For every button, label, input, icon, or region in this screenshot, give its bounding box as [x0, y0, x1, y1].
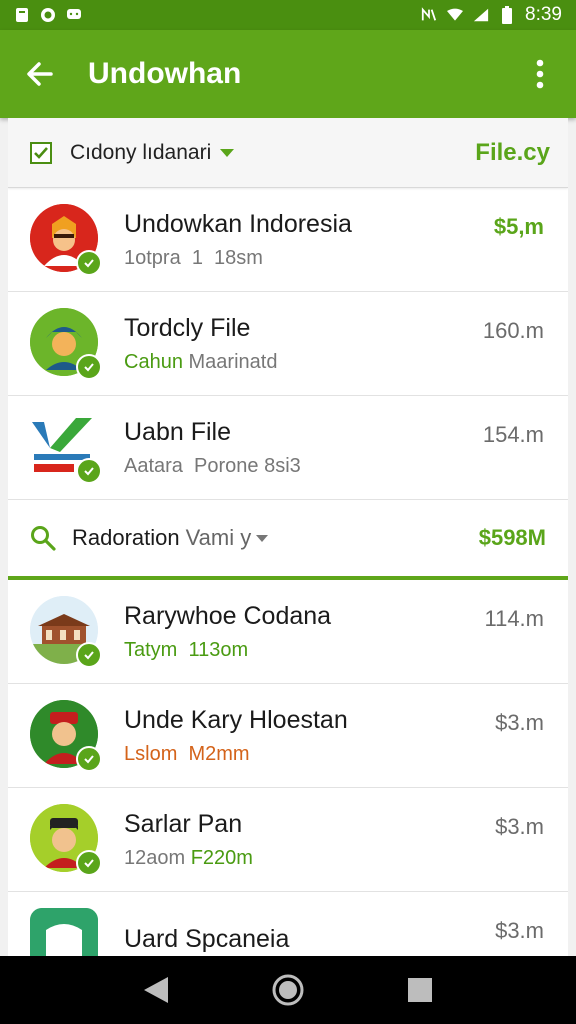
avatar	[30, 203, 102, 276]
item-subtitle: 12aom F220m	[124, 847, 495, 870]
item-subtitle: Tatym 113om	[124, 638, 249, 661]
message-icon	[66, 7, 82, 23]
verified-badge-icon	[76, 745, 102, 772]
file-list: Cıdony lıdanari File.cy Undowkan Indores…	[8, 118, 568, 956]
nfc-icon	[421, 7, 437, 23]
item-text: Unde Kary Hloestan Lslom M2mm	[124, 706, 495, 766]
app-logo-icon	[30, 907, 98, 956]
verified-badge-icon	[76, 249, 102, 276]
item-subtitle-highlight: Cahun	[124, 350, 183, 373]
list-item[interactable]: Sarlar Pan 12aom F220m $3.m	[8, 788, 568, 892]
item-title: Tordcly File	[124, 313, 251, 342]
item-subtitle-rest: Maarinatd	[188, 350, 278, 373]
verified-badge-icon	[76, 849, 102, 876]
avatar	[30, 907, 102, 956]
item-amount: $3.m	[495, 710, 544, 735]
file-action-link[interactable]: File.cy	[475, 139, 550, 167]
check-icon	[34, 146, 48, 159]
item-text: Uabn File Aatara Porone 8si3	[124, 418, 483, 478]
avatar	[30, 803, 102, 876]
item-amount: 114.m	[484, 606, 544, 631]
verified-badge-icon	[76, 457, 102, 484]
item-subtitle-rest: 12aom	[124, 846, 186, 869]
verified-badge-icon	[76, 641, 102, 668]
list-item[interactable]: Undowkan Indoresia 1otpra 1 18sm $5,m	[8, 188, 568, 292]
list-item[interactable]: Tordcly File Cahun Maarinatd 160.m	[8, 292, 568, 396]
item-subtitle: Cahun Maarinatd	[124, 351, 483, 374]
wifi-icon	[447, 7, 464, 23]
item-amount: $5,m	[493, 214, 544, 239]
item-subtitle: 1otpra 1 18sm	[124, 246, 263, 269]
list-item[interactable]: Uard Spcaneia $3.m	[8, 892, 568, 956]
avatar	[30, 411, 102, 484]
status-right: 8:39	[421, 4, 562, 26]
app-bar: Undowhan	[0, 30, 576, 118]
section-header[interactable]: Radoration Vami y $598M	[8, 500, 568, 580]
nav-recents-icon	[408, 978, 432, 1002]
search-icon[interactable]	[30, 525, 56, 551]
notification-icon	[14, 7, 30, 23]
list-item[interactable]: Unde Kary Hloestan Lslom M2mm $3.m	[8, 684, 568, 788]
avatar	[30, 595, 102, 668]
item-subtitle: Aatara Porone 8si3	[124, 454, 301, 477]
app-title: Undowhan	[88, 57, 242, 90]
overflow-menu-button[interactable]	[522, 52, 558, 96]
system-nav-bar	[0, 956, 576, 1024]
item-subtitle: Lslom M2mm	[124, 742, 250, 765]
status-bar: 8:39	[0, 0, 576, 30]
item-title: Undowkan Indoresia	[124, 209, 352, 238]
section-label: Radoration	[72, 525, 180, 550]
item-title: Uabn File	[124, 417, 231, 446]
nav-home-button[interactable]	[266, 968, 310, 1012]
item-text: Rarywhoe Codana Tatym 113om	[124, 602, 484, 662]
item-subtitle-highlight: F220m	[190, 846, 253, 869]
filter-bar: Cıdony lıdanari File.cy	[8, 118, 568, 188]
item-title: Sarlar Pan	[124, 809, 243, 838]
more-vert-icon	[536, 59, 544, 89]
item-text: Undowkan Indoresia 1otpra 1 18sm	[124, 210, 494, 270]
item-amount: $3.m	[495, 918, 544, 943]
nav-back-button[interactable]	[134, 968, 178, 1012]
status-left	[14, 7, 82, 23]
item-amount: 160.m	[482, 318, 544, 343]
clock: 8:39	[525, 4, 562, 25]
whatsapp-icon	[40, 7, 56, 23]
battery-icon	[499, 6, 515, 24]
filter-label[interactable]: Cıdony lıdanari	[70, 141, 211, 165]
item-amount: 154.m	[482, 422, 544, 447]
filter-dropdown[interactable]	[219, 148, 235, 158]
item-text: Uard Spcaneia	[124, 925, 495, 956]
verified-badge-icon	[76, 353, 102, 380]
back-button[interactable]	[18, 52, 62, 96]
item-title: Unde Kary Hloestan	[124, 705, 348, 734]
nav-home-icon	[272, 974, 304, 1006]
avatar	[30, 307, 102, 380]
signal-icon	[473, 7, 489, 23]
item-text: Sarlar Pan 12aom F220m	[124, 810, 495, 870]
chevron-down-icon[interactable]	[255, 534, 269, 543]
item-text: Tordcly File Cahun Maarinatd	[124, 314, 483, 374]
chevron-down-icon	[220, 148, 235, 157]
item-amount: $3.m	[495, 814, 544, 839]
nav-back-icon	[144, 977, 168, 1003]
section-amount: $598M	[478, 525, 546, 550]
nav-recents-button[interactable]	[398, 968, 442, 1012]
item-title: Rarywhoe Codana	[124, 601, 332, 630]
item-title: Uard Spcaneia	[124, 925, 290, 953]
select-all-checkbox[interactable]	[30, 141, 52, 164]
list-item[interactable]: Rarywhoe Codana Tatym 113om 114.m	[8, 580, 568, 684]
list-item[interactable]: Uabn File Aatara Porone 8si3 154.m	[8, 396, 568, 500]
section-dropdown[interactable]: Vami y	[186, 525, 252, 551]
avatar	[30, 699, 102, 772]
back-arrow-icon	[27, 62, 53, 86]
